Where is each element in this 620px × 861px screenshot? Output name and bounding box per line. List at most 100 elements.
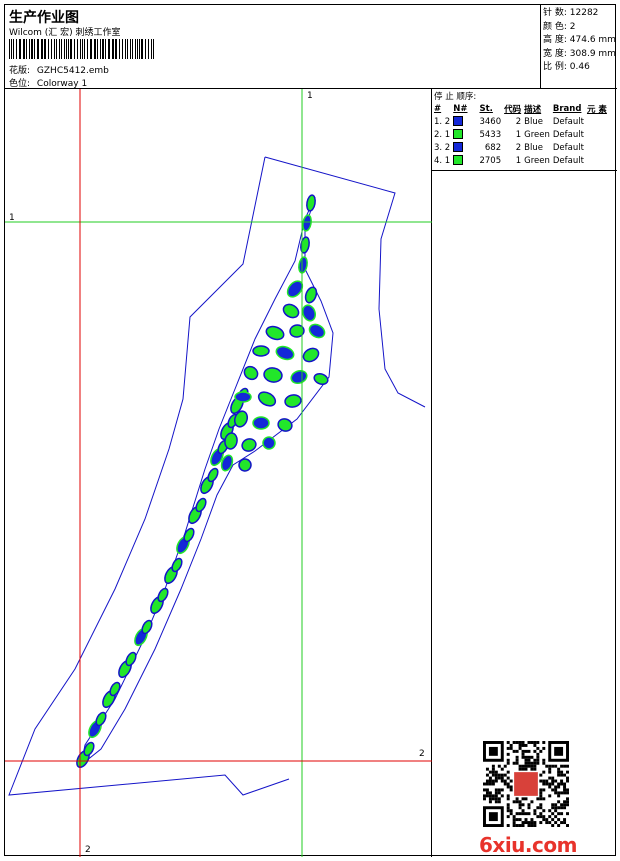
- stitch-petal: [306, 194, 316, 212]
- design-canvas: 1 1 2 2: [5, 89, 432, 857]
- page-title: 生产作业图: [9, 10, 79, 26]
- stitch-petal: [195, 497, 207, 513]
- stop-code: 1: [515, 129, 522, 140]
- stitch-petal: [302, 347, 320, 363]
- stop-code: 1: [515, 155, 522, 166]
- red-h-label: 2: [419, 749, 425, 759]
- color-swatch: [453, 155, 464, 166]
- stitch-motifs: [76, 194, 329, 769]
- stitch-petal: [282, 303, 300, 319]
- design-file-row: 花版: GZHC5412.emb: [9, 63, 109, 76]
- studio-name: Wilcom (汇 宏) 刺绣工作室: [9, 28, 121, 38]
- watermark-site: 6xiu.com: [479, 833, 577, 857]
- stitch-petal: [95, 711, 107, 727]
- stitch-petal: [125, 651, 137, 667]
- stop-element: [587, 115, 610, 128]
- stitch-petal: [262, 436, 276, 450]
- stop-brand: Default: [552, 129, 584, 140]
- barcode-image: [9, 39, 154, 59]
- design-file-value: GZHC5412.emb: [36, 66, 109, 76]
- stop-desc: Blue: [524, 116, 543, 127]
- stitch-petal: [284, 394, 302, 408]
- stop-sequence-table: # N# St. 代码 描述 Brand 元 素 1. 2 3460 2 Blue De…: [434, 102, 610, 167]
- stop-desc: Green: [524, 129, 550, 140]
- stop-desc: Blue: [524, 142, 543, 153]
- stitch-petal: [298, 256, 308, 274]
- stop-swatch: [453, 141, 479, 154]
- stop-brand: Default: [552, 116, 584, 127]
- qr-code: [483, 741, 569, 827]
- stop-row: 2. 1 5433 1 Green Default: [434, 128, 610, 141]
- stop-row: 3. 2 682 2 Blue Default: [434, 141, 610, 154]
- green-v-label: 1: [307, 91, 313, 101]
- stitch-petal: [171, 557, 183, 573]
- stitch-petal: [304, 286, 318, 304]
- col-stitches: St.: [479, 103, 493, 114]
- stop-code: 2: [515, 116, 522, 127]
- stop-swatch: [453, 154, 479, 167]
- stat-height: 高 度: 474.6 mm: [543, 35, 616, 45]
- stop-swatch: [453, 128, 479, 141]
- stop-stitches: 5433: [479, 129, 502, 140]
- stitch-petal: [302, 214, 312, 232]
- colorway-row: 色位: Colorway 1: [9, 76, 87, 89]
- garment-outline: [264, 156, 426, 408]
- stop-code: 2: [515, 142, 522, 153]
- color-swatch: [453, 129, 464, 140]
- col-desc: 描述: [524, 104, 542, 115]
- stitch-petal: [313, 372, 329, 386]
- stop-desc: Green: [524, 155, 550, 166]
- stitch-petal: [289, 324, 305, 338]
- stitch-petal: [257, 391, 277, 407]
- stat-colors: 颜 色: 2: [543, 21, 576, 32]
- stop-sequence-caption: 停 止 顺序:: [434, 92, 477, 102]
- color-swatch: [453, 116, 464, 127]
- col-element: 元 素: [586, 104, 607, 115]
- stitch-petal: [243, 365, 259, 381]
- stitch-petal: [252, 416, 270, 430]
- garment-outline-left: [8, 156, 290, 796]
- stop-index: 3. 2: [434, 142, 451, 153]
- green-h-label: 1: [9, 213, 15, 223]
- stop-sequence-panel: 停 止 顺序: # N# St. 代码 描述 Brand 元 素 1. 2 346…: [432, 89, 617, 171]
- stitch-petal: [265, 325, 285, 341]
- stitch-petal: [277, 418, 293, 432]
- stop-row: 1. 2 3460 2 Blue Default: [434, 115, 610, 128]
- col-needle: N#: [453, 103, 468, 114]
- stitch-petal: [234, 391, 252, 403]
- stitch-petal: [263, 367, 283, 383]
- colorway-value: Colorway 1: [36, 79, 88, 89]
- stop-brand: Default: [552, 155, 584, 166]
- stop-swatch: [453, 115, 479, 128]
- stitch-petal: [141, 619, 153, 635]
- stat-scale: 比 例: 0.46: [543, 62, 590, 72]
- red-v-label: 2: [85, 845, 91, 855]
- col-code: 代码: [504, 104, 522, 115]
- production-sheet: 生产作业图 Wilcom (汇 宏) 刺绣工作室 花版: GZHC5412.em…: [4, 4, 617, 857]
- stop-stitches: 2705: [479, 155, 502, 166]
- stop-row: 4. 1 2705 1 Green Default: [434, 154, 610, 167]
- stop-element: [587, 154, 610, 167]
- color-swatch: [453, 142, 464, 153]
- stop-element: [587, 141, 610, 154]
- stitch-petal: [290, 369, 308, 385]
- stop-index: 2. 1: [434, 129, 451, 140]
- stitch-petal: [157, 587, 169, 603]
- stitch-petal: [207, 467, 219, 483]
- stitch-petal: [308, 323, 326, 339]
- stop-stitches: 3460: [479, 116, 502, 127]
- embroidery-preview: [5, 89, 432, 857]
- header-panel: 生产作业图 Wilcom (汇 宏) 刺绣工作室 花版: GZHC5412.em…: [5, 5, 541, 89]
- stat-stitches: 针 数: 12282: [543, 8, 599, 18]
- stop-brand: Default: [552, 142, 584, 153]
- stitch-petal: [183, 527, 195, 543]
- stat-width: 宽 度: 308.9 mm: [543, 48, 616, 59]
- stitch-petal: [301, 304, 317, 322]
- stitch-petal: [300, 236, 310, 254]
- col-brand: Brand: [552, 103, 582, 114]
- stitch-petal: [275, 345, 295, 361]
- colorway-label: 色位:: [9, 79, 31, 89]
- stop-index: 4. 1: [434, 155, 451, 166]
- stitch-petal: [252, 345, 270, 357]
- col-hash: #: [434, 103, 442, 114]
